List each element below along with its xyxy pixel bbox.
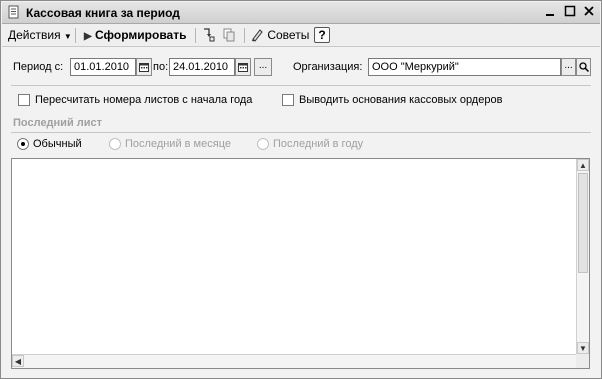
actions-menu[interactable]: Действия ▼ [8, 27, 72, 44]
organization-input[interactable]: ООО "Меркурий" [368, 58, 561, 76]
period-to-input[interactable]: 24.01.2010 [169, 58, 235, 76]
transfer-icon [204, 28, 215, 42]
period-from-label: Период с: [13, 61, 64, 73]
scroll-left-icon[interactable]: ◀ [12, 355, 24, 367]
title-bar: Кассовая книга за период [2, 2, 600, 24]
toolbar-separator [75, 28, 76, 43]
organization-select-button[interactable]: ... [561, 58, 576, 76]
tips-button[interactable]: Советы [250, 27, 309, 44]
calendar-to-button[interactable] [235, 58, 251, 76]
horizontal-scrollbar[interactable]: ◀ ▶ [12, 354, 589, 368]
show-reasons-label[interactable]: Выводить основания кассовых ордеров [299, 94, 502, 106]
radio-normal[interactable] [17, 138, 29, 150]
calendar-icon [139, 63, 149, 72]
organization-label: Организация: [293, 61, 363, 73]
toolbar: Действия ▼ ▶ Сформировать Советы ? [2, 24, 600, 47]
radio-normal-label[interactable]: Обычный [33, 138, 82, 150]
report-result-area[interactable]: ▲ ▼ ◀ ▶ [11, 158, 590, 369]
actions-menu-label: Действия [8, 28, 61, 42]
toolbar-separator [244, 28, 245, 43]
divider [11, 85, 591, 86]
maximize-icon [564, 5, 576, 17]
radio-last-in-year-label[interactable]: Последний в году [273, 138, 363, 150]
renumber-label[interactable]: Пересчитать номера листов с начала года [35, 94, 252, 106]
period-select-button[interactable]: ... [254, 58, 272, 76]
scroll-thumb[interactable] [578, 173, 588, 273]
organization-open-button[interactable] [576, 58, 591, 76]
document-icon [8, 5, 19, 19]
maximize-button[interactable] [562, 5, 578, 21]
scroll-corner [576, 354, 589, 368]
scroll-down-icon[interactable]: ▼ [577, 342, 589, 354]
search-icon [578, 62, 589, 73]
close-icon [584, 6, 594, 16]
copy-icon [223, 28, 235, 42]
report-window: Кассовая книга за период Действия ▼ ▶ Сф… [0, 0, 602, 379]
radio-last-in-month[interactable] [109, 138, 121, 150]
show-reasons-checkbox[interactable] [282, 94, 294, 106]
minimize-icon [546, 14, 554, 16]
play-icon: ▶ [84, 31, 92, 42]
period-from-input[interactable]: 01.01.2010 [70, 58, 136, 76]
lightbulb-icon [251, 29, 263, 42]
scroll-up-icon[interactable]: ▲ [577, 159, 589, 171]
last-sheet-title: Последний лист [13, 117, 103, 129]
radio-last-in-month-label[interactable]: Последний в месяце [125, 138, 231, 150]
period-to-label: по: [153, 61, 169, 73]
vertical-scrollbar[interactable]: ▲ ▼ [576, 159, 589, 354]
calendar-icon [238, 63, 248, 72]
minimize-button[interactable] [542, 5, 558, 21]
toolbar-separator [195, 28, 196, 43]
help-icon: ? [318, 28, 326, 42]
renumber-checkbox[interactable] [18, 94, 30, 106]
help-button[interactable]: ? [314, 27, 330, 43]
transfer-button[interactable] [201, 27, 215, 44]
generate-button-label: Сформировать [95, 28, 187, 42]
tips-button-label: Советы [267, 28, 310, 42]
copy-button[interactable] [222, 27, 236, 44]
radio-last-in-year[interactable] [257, 138, 269, 150]
dropdown-arrow-icon: ▼ [63, 32, 72, 41]
generate-button[interactable]: ▶ Сформировать [84, 27, 186, 44]
calendar-from-button[interactable] [136, 58, 152, 76]
close-button[interactable] [581, 5, 597, 21]
section-divider [11, 132, 591, 133]
window-title: Кассовая книга за период [26, 6, 180, 20]
